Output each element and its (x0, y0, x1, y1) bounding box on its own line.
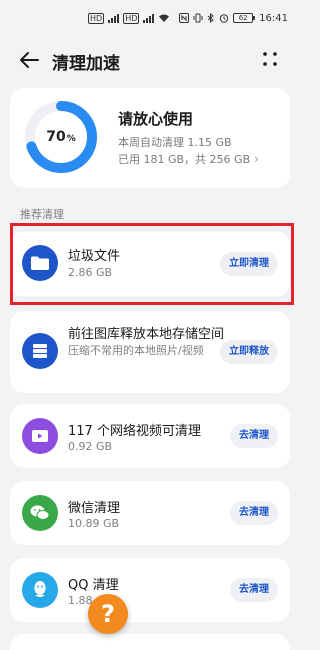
help-button[interactable]: ? (88, 594, 128, 634)
battery-icon: 62 (233, 13, 256, 23)
storage-status-title: 请放心使用 (118, 110, 194, 128)
signal-icon-2 (143, 13, 155, 23)
folder-icon (22, 245, 58, 281)
auto-clean-text: 本周自动清理 1.15 GB (118, 136, 232, 149)
more-dots-icon[interactable] (262, 50, 278, 68)
qq-clean-card[interactable]: QQ 清理 1.88 GB 去清理 (10, 558, 290, 622)
storage-icon (22, 333, 58, 369)
clean-now-button[interactable]: 立即清理 (220, 252, 278, 276)
item-title: 117 个网络视频可清理 (68, 424, 201, 439)
vibrate-icon (193, 13, 203, 23)
header: 清理加速 (0, 40, 300, 80)
wifi-icon (159, 14, 170, 22)
status-left: HD HD (88, 12, 170, 24)
back-arrow-icon[interactable] (18, 50, 40, 70)
section-label-recommended: 推荐清理 (20, 208, 64, 221)
network-badge: HD (88, 12, 105, 24)
next-item-card[interactable] (10, 634, 290, 650)
gallery-release-card[interactable]: 前往图库释放本地存储空间 压缩不常用的本地照片/视频 立即释放 (10, 311, 290, 393)
storage-percent: 70% (24, 100, 98, 174)
storage-percent-unit: % (66, 133, 76, 144)
video-icon (22, 418, 58, 454)
wechat-icon (22, 495, 58, 531)
go-clean-button[interactable]: 去清理 (230, 424, 278, 448)
go-clean-button[interactable]: 去清理 (230, 501, 278, 525)
storage-used-value: 已用 181 GB，共 256 GB (118, 153, 251, 166)
item-title: 前往图库释放本地存储空间 (68, 327, 225, 342)
bluetooth-icon (207, 13, 214, 23)
item-size: 2.86 GB (68, 266, 113, 279)
storage-used-text[interactable]: 已用 181 GB，共 256 GB › (118, 151, 259, 167)
page-title: 清理加速 (52, 54, 120, 74)
network-video-card[interactable]: 117 个网络视频可清理 0.92 GB 去清理 (10, 404, 290, 468)
status-right: 62 16:41 (179, 13, 288, 24)
storage-summary-card[interactable]: 70% 请放心使用 本周自动清理 1.15 GB 已用 181 GB，共 256… (10, 88, 290, 188)
item-size: 10.89 GB (68, 517, 120, 530)
clock: 16:41 (259, 12, 288, 24)
chevron-right-icon: › (254, 152, 259, 166)
go-clean-button[interactable]: 去清理 (230, 578, 278, 602)
network-badge-2: HD (123, 12, 140, 24)
item-title: 微信清理 (68, 501, 121, 516)
battery-level: 62 (233, 13, 254, 23)
alarm-icon (219, 14, 229, 23)
nfc-icon (179, 13, 190, 23)
qq-icon (22, 572, 58, 608)
junk-files-card[interactable]: 垃圾文件 2.86 GB 立即清理 (10, 231, 290, 297)
wechat-clean-card[interactable]: 微信清理 10.89 GB 去清理 (10, 481, 290, 545)
status-bar: HD HD 62 16:41 (0, 0, 300, 36)
release-now-button[interactable]: 立即释放 (220, 340, 278, 364)
signal-icon (108, 13, 120, 23)
storage-percent-value: 70 (46, 129, 66, 145)
item-title: 垃圾文件 (68, 249, 121, 264)
item-title: QQ 清理 (68, 578, 119, 593)
item-size: 0.92 GB (68, 440, 113, 453)
item-description: 压缩不常用的本地照片/视频 (68, 344, 204, 357)
